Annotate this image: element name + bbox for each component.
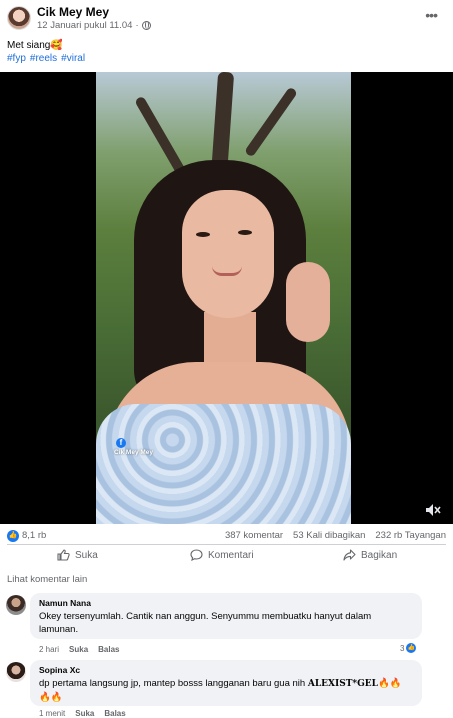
share-label: Bagikan bbox=[361, 549, 398, 561]
hashtag-reels[interactable]: #reels bbox=[30, 53, 57, 64]
video-watermark: f Cik Mey Mey bbox=[114, 438, 153, 456]
comment-label: Komentari bbox=[208, 549, 254, 561]
hashtag-viral[interactable]: #viral bbox=[61, 53, 85, 64]
watermark-name: Cik Mey Mey bbox=[114, 449, 154, 456]
more-icon[interactable]: ••• bbox=[425, 7, 438, 23]
comment-text: dp pertama langsung jp, mantep bosss lan… bbox=[39, 677, 413, 704]
share-count[interactable]: 53 Kali dibagikan bbox=[293, 530, 365, 541]
post-stats: 👍 8,1 rb 387 komentar 53 Kali dibagikan … bbox=[0, 527, 453, 545]
comment-icon bbox=[190, 549, 203, 561]
like-button[interactable]: Suka bbox=[57, 549, 98, 561]
view-more-comments[interactable]: Lihat komentar lain bbox=[7, 574, 87, 585]
comment-reply-button[interactable]: Balas bbox=[104, 709, 125, 718]
comment-button[interactable]: Komentari bbox=[190, 549, 254, 561]
post-header: Cik Mey Mey 12 Januari pukul 11.04 · ••• bbox=[0, 0, 453, 36]
author-name[interactable]: Cik Mey Mey bbox=[37, 5, 109, 19]
comment-reactions[interactable]: 3 👍 bbox=[400, 643, 417, 653]
comment-text: Okey tersenyumlah. Cantik nan anggun. Se… bbox=[39, 610, 413, 636]
post-caption: Met siang🥰 bbox=[7, 40, 63, 51]
like-count[interactable]: 8,1 rb bbox=[22, 530, 46, 541]
stats-right: 387 komentar 53 Kali dibagikan 232 rb Ta… bbox=[225, 530, 446, 541]
video-player[interactable]: f Cik Mey Mey bbox=[0, 72, 453, 524]
view-count: 232 rb Tayangan bbox=[375, 530, 446, 541]
comment-like-button[interactable]: Suka bbox=[69, 645, 88, 654]
comment-like-button[interactable]: Suka bbox=[75, 709, 94, 718]
post-hashtags: #fyp #reels #viral bbox=[7, 53, 85, 64]
comment-bubble: Sopina Xc dp pertama langsung jp, mantep… bbox=[30, 660, 422, 706]
comment-reply-button[interactable]: Balas bbox=[98, 645, 119, 654]
right-eye bbox=[238, 230, 252, 235]
divider bbox=[7, 544, 446, 545]
comment-bubble: Namun Nana Okey tersenyumlah. Cantik nan… bbox=[30, 593, 422, 639]
comment-emoji: 🔥🔥 bbox=[378, 678, 402, 689]
author-avatar[interactable] bbox=[7, 6, 31, 30]
post-date[interactable]: 12 Januari pukul 11.04 bbox=[37, 20, 132, 31]
comment-time[interactable]: 2 hari bbox=[39, 645, 59, 654]
comment-meta: 2 hari Suka Balas bbox=[39, 645, 120, 654]
comment-emoji-line2: 🔥🔥 bbox=[39, 692, 63, 703]
comment-text-prefix: dp pertama langsung jp, mantep bosss lan… bbox=[39, 678, 308, 689]
commenter-name[interactable]: Namun Nana bbox=[39, 598, 413, 608]
person-dress bbox=[96, 404, 351, 524]
commenter-avatar[interactable] bbox=[6, 662, 26, 682]
left-eye bbox=[196, 232, 210, 237]
comment-count[interactable]: 387 komentar bbox=[225, 530, 283, 541]
facebook-icon: f bbox=[116, 438, 126, 448]
comment-text-line1: Okey tersenyumlah. Cantik nan anggun. Se… bbox=[39, 611, 372, 622]
commenter-avatar[interactable] bbox=[6, 595, 26, 615]
person-face bbox=[182, 190, 274, 318]
comment-text-bold: ALEXIST*GEL bbox=[307, 679, 378, 689]
reaction-count: 3 bbox=[400, 643, 405, 653]
globe-icon bbox=[141, 21, 151, 30]
comment-meta: 1 menit Suka Balas bbox=[39, 709, 126, 718]
video-frame[interactable] bbox=[96, 72, 351, 524]
share-button[interactable]: Bagikan bbox=[343, 549, 397, 561]
comment-text-line2: lamunan. bbox=[39, 624, 79, 635]
like-reaction-icon[interactable]: 👍 bbox=[7, 530, 19, 542]
like-label: Suka bbox=[75, 549, 98, 561]
like-icon bbox=[57, 549, 70, 561]
hashtag-fyp[interactable]: #fyp bbox=[7, 53, 26, 64]
person-hand bbox=[286, 262, 330, 342]
post-meta: 12 Januari pukul 11.04 · bbox=[37, 20, 151, 31]
comment-time[interactable]: 1 menit bbox=[39, 709, 65, 718]
like-reaction-icon: 👍 bbox=[406, 643, 417, 653]
meta-separator: · bbox=[135, 20, 139, 31]
share-icon bbox=[343, 549, 356, 561]
mute-icon[interactable] bbox=[425, 503, 441, 517]
commenter-name[interactable]: Sopina Xc bbox=[39, 665, 413, 675]
action-bar: Suka Komentari Bagikan bbox=[0, 546, 453, 566]
